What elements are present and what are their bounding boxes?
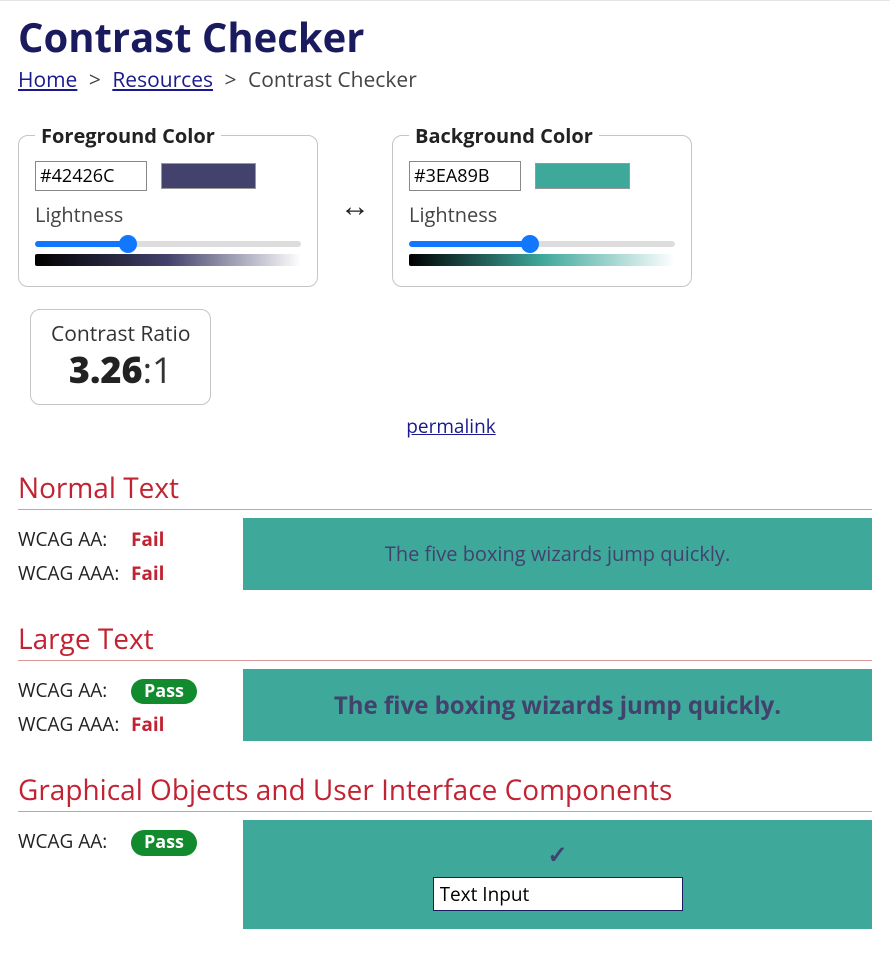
contrast-ratio-box: Contrast Ratio 3.26:1 bbox=[30, 309, 211, 405]
graphical-heading: Graphical Objects and User Interface Com… bbox=[18, 771, 872, 812]
permalink-link[interactable]: permalink bbox=[406, 413, 495, 439]
contrast-ratio-value: 3.26:1 bbox=[51, 350, 190, 390]
foreground-legend: Foreground Color bbox=[35, 122, 221, 149]
background-swatch[interactable] bbox=[535, 163, 630, 189]
breadcrumb-resources[interactable]: Resources bbox=[112, 66, 213, 94]
large-aaa-label: WCAG AAA: bbox=[18, 707, 126, 741]
large-aa-result: Pass bbox=[131, 679, 197, 704]
swap-icon[interactable]: ↔ bbox=[336, 190, 374, 220]
background-lightness-slider[interactable] bbox=[409, 241, 675, 247]
large-aa-label: WCAG AA: bbox=[18, 673, 126, 707]
background-panel: Background Color Lightness bbox=[392, 122, 692, 287]
large-text-heading: Large Text bbox=[18, 620, 872, 661]
foreground-gradient bbox=[35, 254, 301, 266]
breadcrumb: Home > Resources > Contrast Checker bbox=[18, 66, 872, 94]
normal-text-sample[interactable]: The five boxing wizards jump quickly. bbox=[243, 518, 872, 590]
foreground-hex-input[interactable] bbox=[35, 161, 147, 191]
graphical-aa-label: WCAG AA: bbox=[18, 824, 126, 858]
sample-text-input[interactable] bbox=[433, 877, 683, 911]
normal-text-heading: Normal Text bbox=[18, 469, 872, 510]
page-title: Contrast Checker bbox=[18, 9, 872, 64]
background-lightness-label: Lightness bbox=[409, 201, 675, 228]
contrast-ratio-suffix: :1 bbox=[143, 345, 173, 394]
large-text-sample[interactable]: The five boxing wizards jump quickly. bbox=[243, 669, 872, 741]
breadcrumb-home[interactable]: Home bbox=[18, 66, 77, 94]
normal-text-summary: WCAG AA: Fail WCAG AAA: Fail bbox=[18, 518, 243, 590]
contrast-ratio-title: Contrast Ratio bbox=[51, 320, 190, 348]
background-hex-input[interactable] bbox=[409, 161, 521, 191]
graphical-sample: ✓ bbox=[243, 820, 872, 929]
normal-aa-label: WCAG AA: bbox=[18, 522, 126, 556]
normal-aaa-label: WCAG AAA: bbox=[18, 556, 126, 590]
normal-aa-result: Fail bbox=[131, 526, 165, 552]
foreground-swatch[interactable] bbox=[161, 163, 256, 189]
normal-text-sample-text: The five boxing wizards jump quickly. bbox=[385, 540, 730, 567]
normal-aaa-result: Fail bbox=[131, 560, 165, 586]
foreground-panel: Foreground Color Lightness bbox=[18, 122, 318, 287]
graphical-aa-result: Pass bbox=[131, 830, 197, 855]
background-legend: Background Color bbox=[409, 122, 599, 149]
breadcrumb-sep: > bbox=[89, 66, 101, 94]
breadcrumb-sep: > bbox=[225, 66, 237, 94]
contrast-ratio-number: 3.26 bbox=[69, 345, 143, 394]
large-text-summary: WCAG AA: Pass WCAG AAA: Fail bbox=[18, 669, 243, 741]
foreground-lightness-slider[interactable] bbox=[35, 241, 301, 247]
breadcrumb-current: Contrast Checker bbox=[248, 66, 417, 94]
background-gradient bbox=[409, 254, 675, 266]
large-text-sample-text: The five boxing wizards jump quickly. bbox=[334, 689, 781, 722]
check-icon: ✓ bbox=[547, 838, 567, 871]
large-aaa-result: Fail bbox=[131, 711, 165, 737]
graphical-summary: WCAG AA: Pass bbox=[18, 820, 243, 929]
foreground-lightness-label: Lightness bbox=[35, 201, 301, 228]
